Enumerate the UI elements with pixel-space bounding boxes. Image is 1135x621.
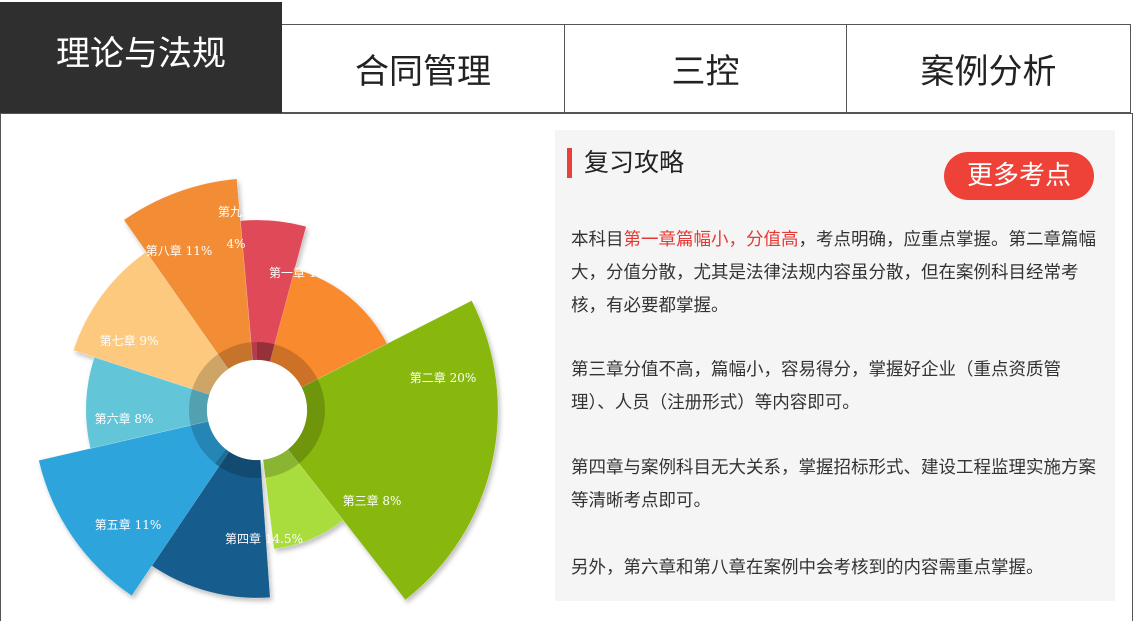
paragraph-chapter-1-2: 本科目第一章篇幅小，分值高，考点明确，应重点掌握。第二章篇幅大，分值分散，尤其是… [571, 224, 1096, 323]
tab-case-analysis[interactable]: 案例分析 [847, 24, 1131, 113]
rose-label-7: 第七章 9% [100, 333, 159, 348]
tab-theory-regulations[interactable]: 理论与法规 [0, 2, 282, 114]
paragraph-chapter-6-8: 另外，第六章和第八章在案例中会考核到的内容需重点掌握。 [571, 558, 1044, 578]
highlight-text: 第一章篇幅小，分值高 [623, 230, 799, 250]
rose-chart-svg: 第一章 14.5% 第二章 20% 第三章 8% 第四章 14.5% 第五章 11% 第六… [38, 178, 499, 601]
tab-bar: 理论与法规 合同管理 三控 案例分析 [0, 0, 1135, 114]
rose-label-8: 第八章 11% [146, 243, 213, 258]
rose-label-1: 第一章 14.5% [269, 265, 347, 280]
tab-contract-management[interactable]: 合同管理 [282, 24, 565, 113]
chapter-weight-chart: 第一章 14.5% 第二章 20% 第三章 8% 第四章 14.5% 第五章 11% 第六… [20, 172, 520, 621]
panel-title: 复习攻略 [567, 148, 684, 178]
rose-label-3: 第三章 8% [343, 493, 402, 508]
rose-label-5: 第五章 11% [95, 517, 162, 532]
rose-center-hole [207, 360, 307, 460]
rose-label-6: 第六章 8% [95, 411, 154, 426]
rose-label-4: 第四章 14.5% [225, 531, 303, 546]
review-strategy-panel: 复习攻略 更多考点 本科目第一章篇幅小，分值高，考点明确，应重点掌握。第二章篇幅… [555, 130, 1115, 601]
rose-slice-shade-6 [188, 388, 210, 426]
paragraph-prefix: 本科目 [571, 230, 624, 250]
more-points-button[interactable]: 更多考点 [944, 152, 1094, 200]
rose-label-2: 第二章 20% [410, 370, 477, 385]
tab-three-controls[interactable]: 三控 [565, 24, 847, 113]
paragraph-chapter-4: 第四章与案例科目无大关系，掌握招标形式、建设工程监理实施方案等清晰考点即可。 [571, 458, 1096, 511]
paragraph-chapter-3: 第三章分值不高，篇幅小，容易得分，掌握好企业（重点资质管理）、人员（注册形式）等… [571, 360, 1061, 413]
